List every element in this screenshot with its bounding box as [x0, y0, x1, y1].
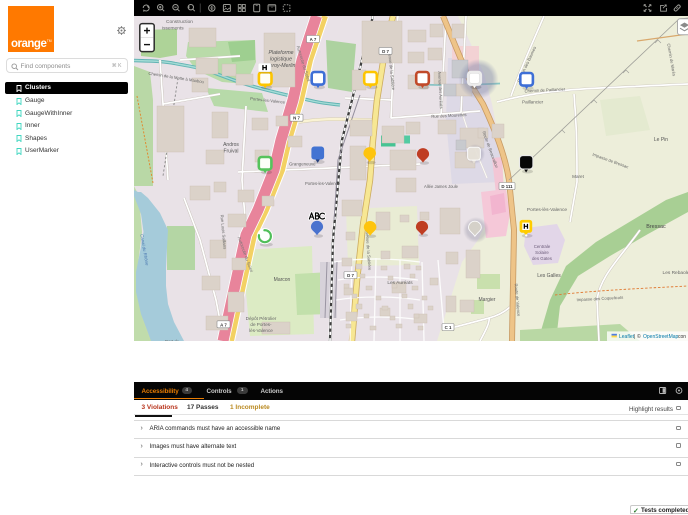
svg-text:Margier: Margier	[479, 297, 496, 303]
svg-text:logistique: logistique	[270, 57, 292, 63]
svg-text:A 7: A 7	[310, 37, 317, 42]
svg-text:OpenStreetMap: OpenStreetMap	[643, 334, 679, 340]
svg-text:Marcon: Marcon	[274, 277, 291, 283]
svg-text:lès-Valence: lès-Valence	[249, 328, 273, 333]
svg-text:D 7: D 7	[347, 273, 354, 278]
svg-text:des Gates: des Gates	[532, 256, 553, 261]
svg-text:Centrale: Centrale	[534, 244, 551, 249]
svg-text:Portes-les-Valence: Portes-les-Valence	[305, 181, 341, 186]
svg-text:Le Pin: Le Pin	[654, 137, 668, 143]
svg-text:Paillancier: Paillancier	[522, 100, 544, 105]
svg-text:©: ©	[637, 333, 641, 340]
svg-text:issements: issements	[162, 26, 184, 32]
svg-text:Dépôt Pétrolier: Dépôt Pétrolier	[246, 316, 277, 321]
svg-text:Bressac: Bressac	[646, 224, 666, 230]
svg-text:Les Galles: Les Galles	[537, 273, 561, 279]
svg-text:Fruival: Fruival	[223, 149, 238, 155]
svg-text:A 7: A 7	[220, 322, 227, 327]
svg-text:Grangeneuve: Grangeneuve	[289, 162, 316, 167]
svg-text:Maret: Maret	[572, 174, 584, 179]
svg-text:Les Rebaole: Les Rebaole	[663, 270, 688, 276]
svg-text:Construction: Construction	[166, 19, 193, 25]
svg-text:N 7: N 7	[293, 116, 300, 121]
svg-text:D 7: D 7	[382, 49, 389, 54]
svg-text:con: con	[678, 334, 686, 340]
svg-text:Portes-lès-Valence: Portes-lès-Valence	[527, 207, 568, 213]
svg-text:Allée James Joule: Allée James Joule	[424, 184, 459, 189]
svg-text:Plateforme: Plateforme	[268, 50, 293, 56]
svg-text:Leaflet: Leaflet	[619, 334, 635, 340]
svg-text:D 111: D 111	[501, 184, 513, 189]
svg-text:C 1: C 1	[445, 325, 452, 330]
svg-text:|: |	[634, 334, 635, 340]
svg-text:Andros: Andros	[223, 142, 239, 148]
svg-text:Solaire: Solaire	[535, 250, 549, 255]
svg-text:de Portes-: de Portes-	[250, 322, 272, 327]
svg-text:Les Auréats: Les Auréats	[387, 280, 413, 286]
